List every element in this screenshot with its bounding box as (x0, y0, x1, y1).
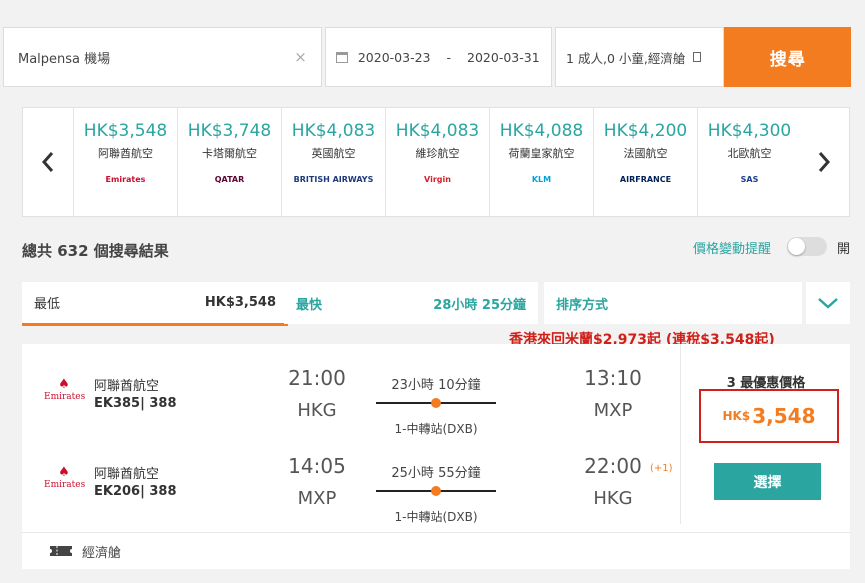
ticket-icon (50, 546, 72, 556)
departure-time: 21:00 (288, 366, 346, 390)
date-range-input[interactable]: 2020-03-23 - 2020-03-31 (324, 27, 553, 87)
calendar-icon (335, 51, 348, 63)
price-currency: HK$ (722, 409, 751, 423)
emirates-logo: ♠ Emirates (44, 465, 86, 491)
chevron-right-icon (818, 152, 831, 172)
stop-dot (431, 398, 441, 408)
chevron-left-icon (41, 152, 54, 172)
arrival-time: 22:00 (584, 454, 642, 478)
select-button[interactable]: 選擇 (714, 463, 821, 500)
tab-fastest-label: 最快 (296, 297, 323, 313)
airline-logo: KLM (531, 174, 552, 184)
search-button[interactable]: 搜尋 (724, 27, 851, 87)
airline-logo: Virgin (424, 174, 451, 184)
carousel-prev-button[interactable] (23, 108, 73, 216)
carousel-airline-name: 荷蘭皇家航空 (508, 147, 575, 160)
leg-airline-name: 阿聯酋航空 (94, 379, 160, 394)
carousel-airline-item[interactable]: HK$3,748 卡塔爾航空 QATAR (177, 108, 281, 216)
price-display: HK$ 3,548 (699, 389, 839, 443)
toggle-knob (788, 238, 805, 255)
leg-flight-code: EK385| 388 (94, 396, 177, 411)
departure-time: 14:05 (288, 454, 346, 478)
carousel-airline-item[interactable]: HK$4,083 維珍航空 Virgin (385, 108, 489, 216)
carousel-airline-name: 法國航空 (623, 147, 668, 160)
flight-leg: ♠ Emirates 阿聯酋航空 EK385| 388 21:00 HKG 23小時 10分… (22, 362, 682, 442)
carousel-airline-name: 英國航空 (311, 147, 356, 160)
carousel-price: HK$4,200 (603, 121, 688, 141)
carousel-airline-item[interactable]: HK$4,300 北歐航空 SAS (697, 108, 801, 216)
chevron-down-icon (818, 298, 838, 309)
flight-duration: 25小時 55分鐘 (391, 466, 481, 481)
stop-dot (431, 486, 441, 496)
arrival-airport: HKG (593, 488, 633, 509)
arrival-time: 13:10 (584, 366, 642, 390)
departure-airport: MXP (297, 488, 337, 509)
arrival-airport: MXP (593, 400, 633, 421)
tab-cheapest-value: HK$3,548 (204, 295, 276, 310)
date-separator: - (446, 49, 452, 65)
carousel-airline-item[interactable]: HK$4,088 荷蘭皇家航空 KLM (489, 108, 593, 216)
price-alert-toggle[interactable] (787, 237, 827, 256)
carousel-airline-name: 阿聯酋航空 (98, 147, 153, 160)
price-column: 3 最優惠價格 HK$ 3,548 選擇 (680, 344, 850, 524)
destination-input[interactable]: Malpensa 機場 × (3, 27, 322, 87)
carousel-price: HK$4,088 (499, 121, 584, 141)
clear-icon[interactable]: × (294, 48, 307, 66)
leg-flight-code: EK206| 388 (94, 484, 177, 499)
carousel-next-button[interactable] (799, 108, 849, 216)
return-date: 2020-03-31 (467, 49, 540, 65)
tab-cheapest[interactable]: 最低 HK$3,548 (22, 282, 288, 326)
airline-logo: AIRFRANCE (619, 174, 672, 184)
carousel-price: HK$3,748 (187, 121, 272, 141)
price-amount: 3,548 (752, 404, 816, 428)
carousel-price: HK$4,300 (707, 121, 792, 141)
results-count: 總共 632 個搜尋結果 (22, 242, 169, 260)
airline-logo: SAS (740, 174, 759, 184)
carousel-airline-item[interactable]: HK$4,083 英國航空 BRITISH AIRWAYS (281, 108, 385, 216)
emirates-logo: ♠ Emirates (44, 377, 86, 403)
carousel-airline-item[interactable]: HK$4,200 法國航空 AIRFRANCE (593, 108, 697, 216)
route-line (376, 486, 496, 496)
tab-fastest[interactable]: 最快 28小時 25分鐘 (284, 282, 538, 324)
airline-logo: Emirates (105, 174, 146, 184)
passenger-icon (693, 52, 702, 62)
next-day-badge: (+1) (650, 463, 673, 474)
leg-airline-name: 阿聯酋航空 (94, 467, 160, 482)
flight-leg: ♠ Emirates 阿聯酋航空 EK206| 388 14:05 MXP 25小時 55分… (22, 450, 682, 530)
depart-date: 2020-03-23 (357, 49, 431, 65)
carousel-airline-name: 北歐航空 (727, 147, 772, 160)
airline-logo: QATAR (214, 174, 245, 184)
carousel-airline-item[interactable]: HK$3,548 阿聯酋航空 Emirates (73, 108, 177, 216)
departure-airport: HKG (297, 400, 337, 421)
sort-expand-button[interactable] (806, 282, 850, 324)
carousel-airline-name: 卡塔爾航空 (202, 147, 257, 160)
cabin-footer: 經濟艙 (22, 532, 850, 569)
tab-sort-by[interactable]: 排序方式 (544, 282, 802, 324)
airline-logo: BRITISH AIRWAYS (293, 174, 374, 184)
airline-price-carousel: HK$3,548 阿聯酋航空 Emirates HK$3,748 卡塔爾航空 QATAR H… (22, 107, 850, 217)
destination-value: Malpensa 機場 (18, 51, 111, 67)
route-line (376, 398, 496, 408)
carousel-price: HK$4,083 (291, 121, 376, 141)
tab-fastest-value: 28小時 25分鐘 (433, 297, 526, 313)
carousel-airline-name: 維珍航空 (415, 147, 460, 160)
flight-duration: 23小時 10分鐘 (391, 378, 481, 393)
sort-tabs: 最低 HK$3,548 最快 28小時 25分鐘 排序方式 (22, 282, 850, 326)
passenger-value: 1 成人,0 小童,經濟艙 (566, 50, 686, 66)
stops-info: 1-中轉站(DXB) (394, 422, 478, 436)
search-bar: Malpensa 機場 × 2020-03-23 - 2020-03-31 1 … (3, 27, 851, 87)
price-alert-link[interactable]: 價格變動提醒 (693, 238, 771, 257)
cabin-label: 經濟艙 (82, 545, 122, 561)
tab-sort-label: 排序方式 (556, 297, 609, 313)
stops-info: 1-中轉站(DXB) (394, 510, 478, 524)
carousel-price: HK$4,083 (395, 121, 480, 141)
passenger-selector[interactable]: 1 成人,0 小童,經濟艙 (555, 27, 725, 87)
carousel-price: HK$3,548 (83, 121, 168, 141)
tab-cheapest-label: 最低 (34, 297, 61, 312)
flight-result-card: ♠ Emirates 阿聯酋航空 EK385| 388 21:00 HKG 23小時 10分… (22, 344, 850, 569)
toggle-label: 開 (837, 242, 851, 257)
